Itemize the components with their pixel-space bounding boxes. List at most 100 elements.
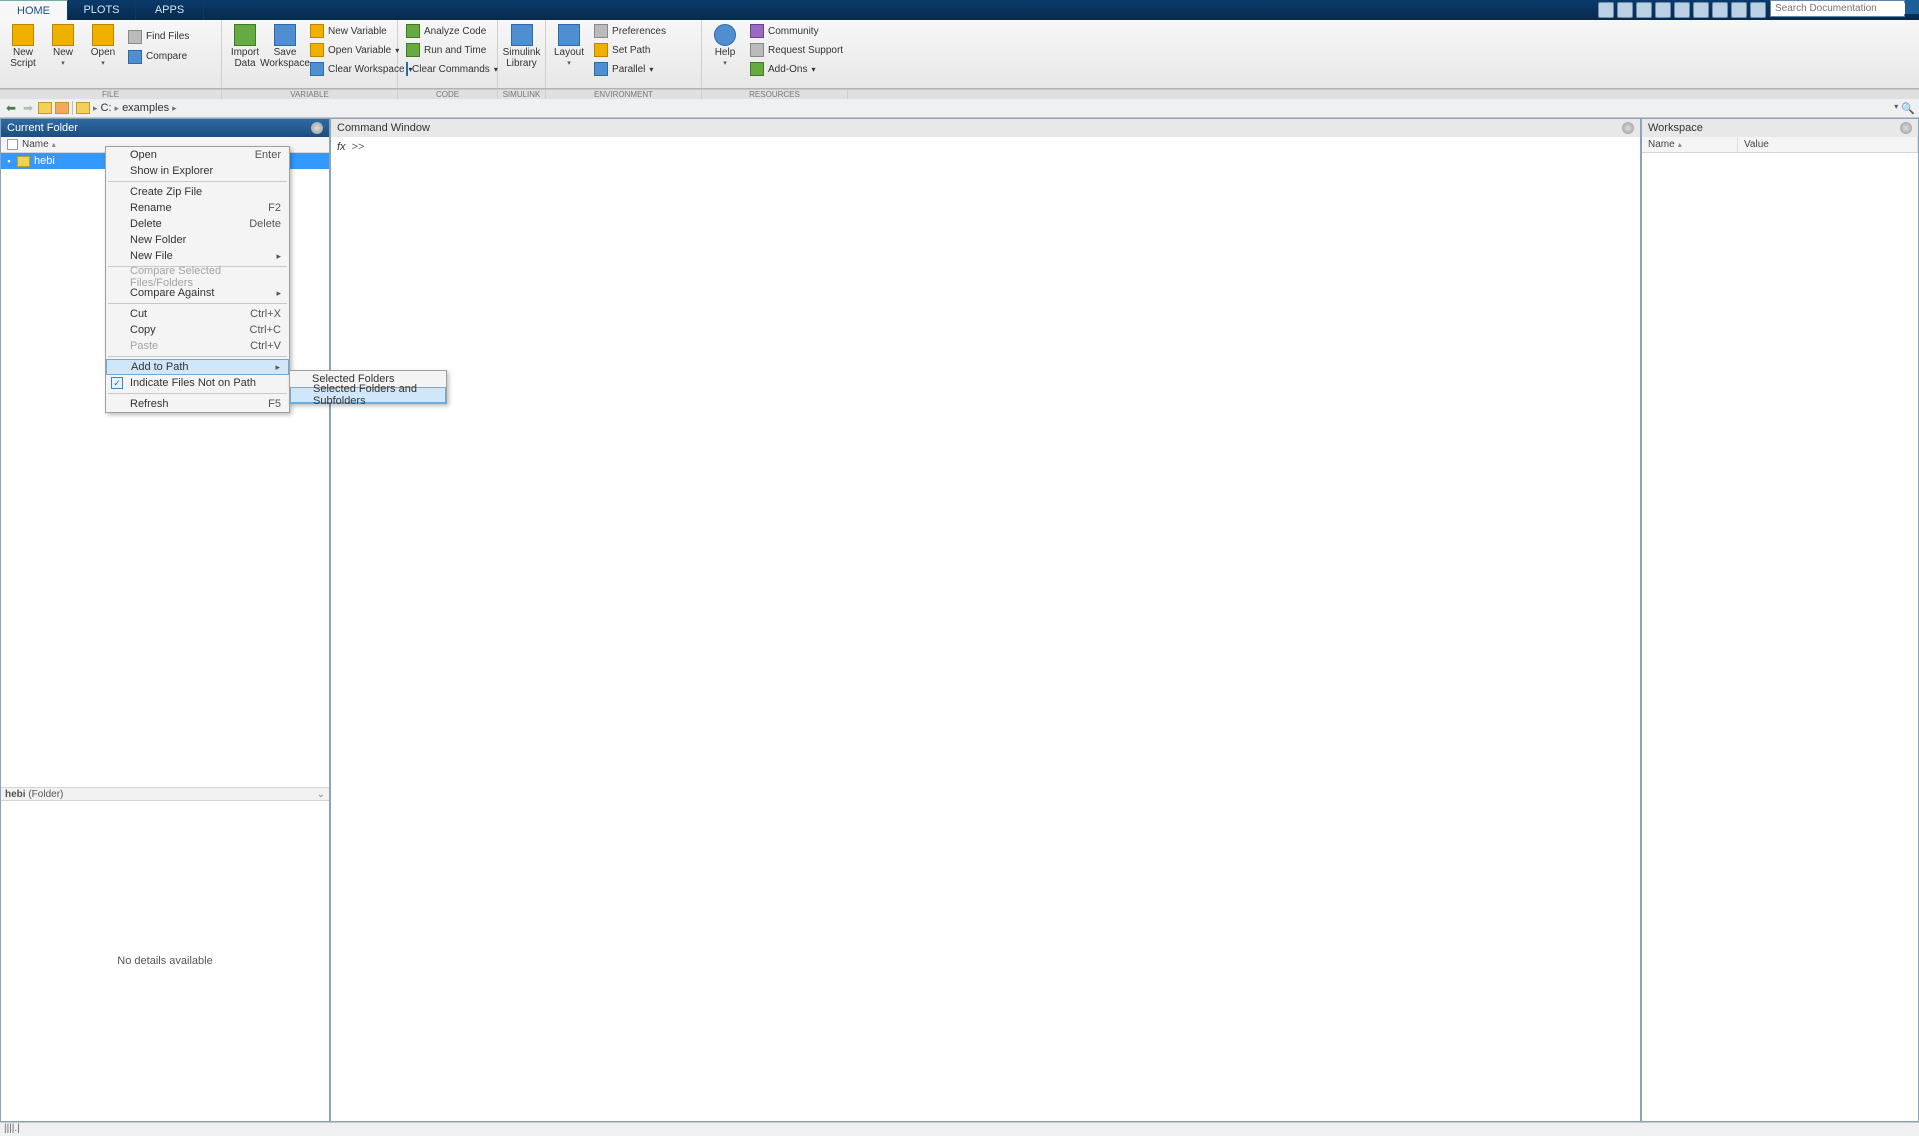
preferences-icon (594, 24, 608, 38)
simulink-library-button[interactable]: SimulinkLibrary (502, 22, 541, 71)
qa-tool-7-icon[interactable] (1712, 2, 1728, 18)
import-data-button[interactable]: ImportData (226, 22, 264, 78)
save-workspace-icon (274, 24, 296, 46)
panel-menu-icon[interactable] (1622, 122, 1634, 134)
workspace-col-name[interactable]: Name▴ (1642, 137, 1738, 152)
expand-icon[interactable]: ▪ (5, 156, 13, 166)
open-button[interactable]: Open▾ (84, 22, 122, 71)
import-data-icon (234, 24, 256, 46)
current-folder-title-bar[interactable]: Current Folder (1, 119, 329, 137)
ctx-cut[interactable]: CutCtrl+X (106, 306, 289, 322)
tab-plots[interactable]: PLOTS (68, 0, 136, 20)
qa-help-icon[interactable] (1750, 2, 1766, 18)
folder-icon (17, 156, 30, 167)
ribbon-group-variable: ImportData SaveWorkspace New Variable Op… (222, 20, 398, 88)
clear-commands-icon (406, 62, 408, 76)
document-icon (7, 139, 18, 150)
ctx-create-zip[interactable]: Create Zip File (106, 184, 289, 200)
search-documentation-input[interactable] (1775, 3, 1907, 14)
nav-forward-button[interactable]: ➡ (21, 101, 35, 115)
parallel-button[interactable]: Parallel ▾ (590, 60, 670, 78)
clear-commands-button[interactable]: Clear Commands ▾ (402, 60, 493, 78)
workspace-title: Workspace (1648, 122, 1703, 134)
workspace-panel: Workspace Name▴ Value (1641, 118, 1919, 1122)
ctx-refresh[interactable]: RefreshF5 (106, 396, 289, 412)
ribbon-group-code: Analyze Code Run and Time Clear Commands… (398, 20, 498, 88)
request-support-button[interactable]: Request Support (746, 41, 847, 59)
workspace-body (1642, 153, 1918, 1121)
tab-apps[interactable]: APPS (136, 0, 204, 20)
layout-icon (558, 24, 580, 46)
help-button[interactable]: Help▾ (706, 22, 744, 78)
sub-selected-folders-and-subfolders[interactable]: Selected Folders and Subfolders (290, 387, 446, 403)
breadcrumb-examples[interactable]: examples (122, 102, 169, 114)
ribbon-group-simulink: SimulinkLibrary (498, 20, 546, 88)
ctx-new-folder[interactable]: New Folder (106, 232, 289, 248)
context-menu: OpenEnter Show in Explorer Create Zip Fi… (105, 146, 290, 413)
nav-up-folder-icon[interactable] (38, 101, 52, 115)
new-script-button[interactable]: NewScript (4, 22, 42, 71)
ctx-rename[interactable]: RenameF2 (106, 200, 289, 216)
nav-browse-icon[interactable] (55, 101, 69, 115)
current-folder-icon (76, 101, 90, 115)
new-script-icon (12, 24, 34, 46)
addons-button[interactable]: Add-Ons ▾ (746, 60, 847, 78)
command-window-title-bar[interactable]: Command Window (331, 119, 1640, 137)
tab-home[interactable]: HOME (0, 0, 68, 20)
command-window-body[interactable]: fx >> (331, 137, 1640, 1121)
addons-icon (750, 62, 764, 76)
breadcrumb-drive[interactable]: C: (101, 102, 112, 114)
new-button[interactable]: New▾ (44, 22, 82, 71)
folder-item-label: hebi (34, 155, 55, 167)
workspace-col-value[interactable]: Value (1738, 137, 1918, 152)
nav-back-button[interactable]: ⬅ (4, 101, 18, 115)
request-support-icon (750, 43, 764, 57)
qa-tool-4-icon[interactable] (1655, 2, 1671, 18)
details-header[interactable]: hebi (Folder) ⌄ (1, 787, 329, 801)
analyze-code-icon (406, 24, 420, 38)
compare-button[interactable]: Compare (124, 48, 193, 66)
ctx-compare-against[interactable]: Compare Against▸ (106, 285, 289, 301)
ctx-indicate-files[interactable]: ✓Indicate Files Not on Path (106, 375, 289, 391)
new-icon (52, 24, 74, 46)
status-bar: ||||.| (0, 1122, 1919, 1136)
qa-tool-5-icon[interactable] (1674, 2, 1690, 18)
preferences-button[interactable]: Preferences (590, 22, 670, 40)
run-and-time-button[interactable]: Run and Time (402, 41, 493, 59)
layout-button[interactable]: Layout▾ (550, 22, 588, 78)
command-prompt: >> (352, 141, 365, 153)
ctx-delete[interactable]: DeleteDelete (106, 216, 289, 232)
chevron-down-icon: ⌄ (317, 789, 325, 800)
community-button[interactable]: Community (746, 22, 847, 40)
path-dropdown-icon[interactable]: ▾ (1894, 102, 1898, 115)
panel-menu-icon[interactable] (311, 122, 323, 134)
analyze-code-button[interactable]: Analyze Code (402, 22, 493, 40)
search-documentation[interactable]: 🔍 (1770, 0, 1905, 17)
context-submenu-add-to-path: Selected Folders Selected Folders and Su… (289, 370, 447, 404)
ctx-show-in-explorer[interactable]: Show in Explorer (106, 163, 289, 179)
ctx-open[interactable]: OpenEnter (106, 147, 289, 163)
simulink-icon (511, 24, 533, 46)
minimize-ribbon-icon[interactable] (1905, 0, 1919, 14)
find-files-button[interactable]: Find Files (124, 28, 193, 46)
path-search-icon[interactable]: 🔍 (1901, 102, 1915, 115)
ribbon-labels: FILE VARIABLE CODE SIMULINK ENVIRONMENT … (0, 89, 1919, 99)
ctx-new-file[interactable]: New File▸ (106, 248, 289, 264)
clear-workspace-icon (310, 62, 324, 76)
ctx-add-to-path[interactable]: Add to Path▸ (106, 359, 289, 375)
check-icon: ✓ (111, 377, 123, 389)
qa-tool-8-icon[interactable] (1731, 2, 1747, 18)
qa-tool-2-icon[interactable] (1617, 2, 1633, 18)
qa-tool-1-icon[interactable] (1598, 2, 1614, 18)
fx-icon[interactable]: fx (337, 141, 346, 153)
qa-tool-6-icon[interactable] (1693, 2, 1709, 18)
save-workspace-button[interactable]: SaveWorkspace (266, 22, 304, 78)
current-folder-title: Current Folder (7, 122, 78, 134)
ctx-copy[interactable]: CopyCtrl+C (106, 322, 289, 338)
workspace-title-bar[interactable]: Workspace (1642, 119, 1918, 137)
panel-menu-icon[interactable] (1900, 122, 1912, 134)
qa-tool-3-icon[interactable] (1636, 2, 1652, 18)
open-icon (92, 24, 114, 46)
set-path-button[interactable]: Set Path (590, 41, 670, 59)
ribbon-group-resources: Help▾ Community Request Support Add-Ons … (702, 20, 848, 88)
